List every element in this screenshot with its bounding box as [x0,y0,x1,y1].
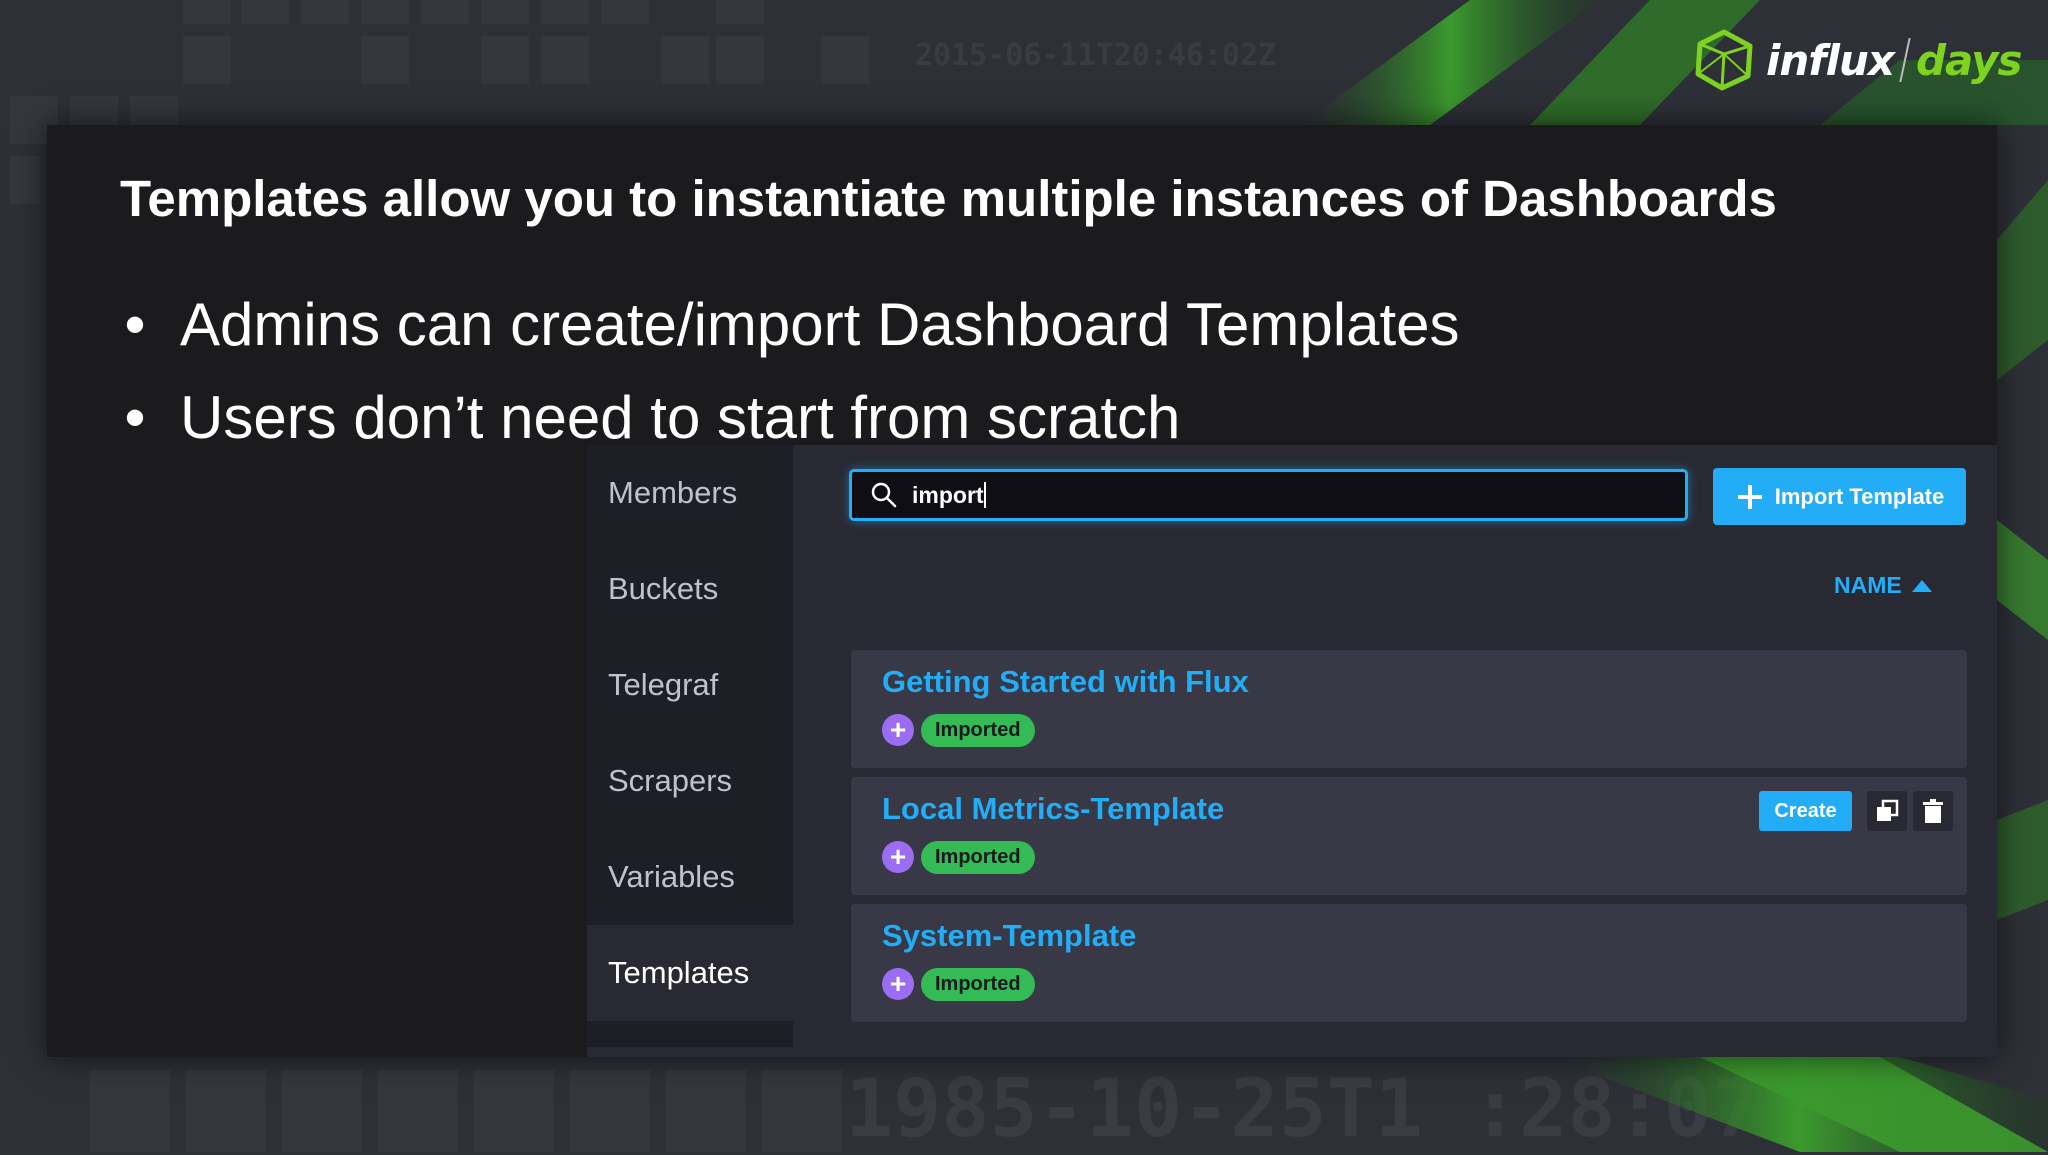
sidebar-item-templates[interactable]: Templates [587,925,793,1021]
add-label-icon[interactable]: + [882,714,914,746]
search-icon [871,482,897,508]
clone-button[interactable] [1867,791,1907,831]
sidebar-item-telegraf[interactable]: Telegraf [587,637,793,733]
sidebar-item-buckets[interactable]: Buckets [587,541,793,637]
sort-label: NAME [1834,572,1902,598]
settings-sidebar: Members Buckets Telegraf Scrapers Variab… [587,445,793,1047]
clone-icon [1877,799,1899,821]
slide-title: Templates allow you to instantiate multi… [120,170,1777,227]
template-card: System-Template + Imported [851,904,1967,1022]
plus-icon [1737,484,1762,509]
search-input[interactable]: import [849,469,1688,521]
delete-button[interactable] [1913,791,1953,831]
sidebar-item-members[interactable]: Members [587,445,793,541]
templates-app-panel: Members Buckets Telegraf Scrapers Variab… [587,445,1997,1057]
add-label-icon[interactable]: + [882,841,914,873]
influx-cube-icon [1695,29,1753,91]
bullet-dot: • [124,291,146,358]
label-badge[interactable]: Imported [921,841,1035,874]
template-card: Local Metrics-Template + Imported Create [851,777,1967,895]
slide-panel: Templates allow you to instantiate multi… [47,125,1997,1057]
import-template-button[interactable]: Import Template [1713,468,1966,525]
sidebar-item-variables[interactable]: Variables [587,829,793,925]
template-name-link[interactable]: Getting Started with Flux [882,664,1249,700]
bullet-item: • Users don’t need to start from scratch [120,383,1180,452]
add-label-icon[interactable]: + [882,968,914,1000]
bullet-text: Users don’t need to start from scratch [180,384,1181,451]
create-button[interactable]: Create [1759,791,1852,831]
logo-divider [1899,38,1911,82]
template-name-link[interactable]: Local Metrics-Template [882,791,1224,827]
template-card: Getting Started with Flux + Imported [851,650,1967,768]
search-value: import [912,481,984,508]
logo-text-influx: influx [1766,35,1895,85]
template-name-link[interactable]: System-Template [882,918,1136,954]
sidebar-item-scrapers[interactable]: Scrapers [587,733,793,829]
influxdays-logo: influx days [1692,28,2022,92]
bullet-item: • Admins can create/import Dashboard Tem… [120,290,1460,359]
bullet-dot: • [124,384,146,451]
trash-icon [1923,799,1943,823]
import-template-label: Import Template [1774,483,1945,509]
bullet-text: Admins can create/import Dashboard Templ… [180,291,1460,358]
caret-up-icon [1911,579,1932,592]
logo-text-days: days [1915,35,2022,85]
label-badge[interactable]: Imported [921,968,1035,1001]
label-badge[interactable]: Imported [921,714,1035,747]
sort-by-name-button[interactable]: NAME [1834,572,1932,599]
text-cursor [983,482,986,508]
